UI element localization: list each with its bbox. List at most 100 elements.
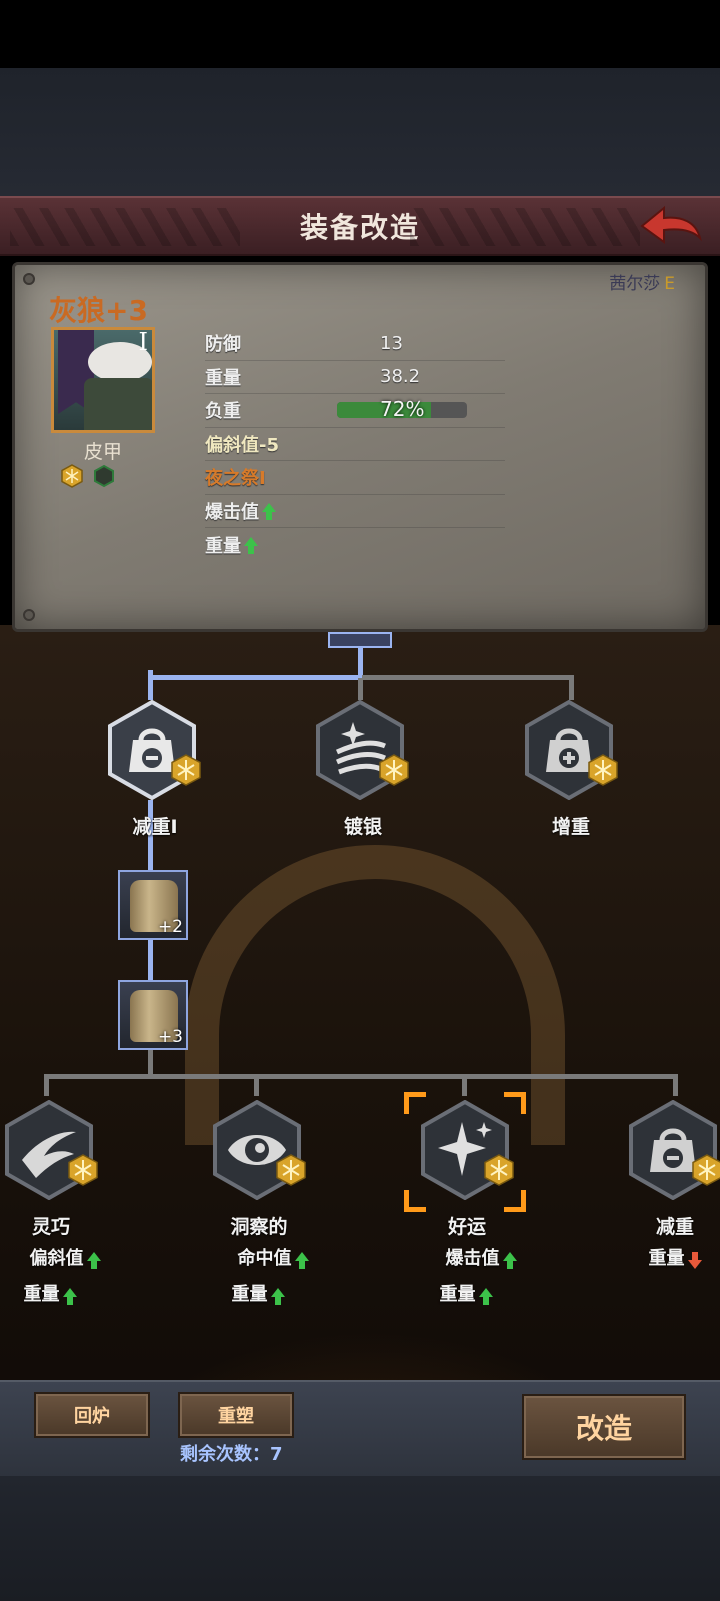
tree-line	[44, 1074, 49, 1096]
stat-row-crit: 爆击值	[205, 495, 505, 528]
remaining-count: 剩余次数：7	[180, 1444, 283, 1465]
stat-row-weight-up: 重量	[205, 528, 505, 562]
item-tier: I	[138, 328, 148, 356]
owner-name: 茜尔莎	[609, 274, 661, 294]
stat-label: 爆击值	[205, 501, 259, 523]
header-bar: 装备改造	[0, 196, 720, 256]
tree-line	[358, 648, 363, 676]
item-type: 皮甲	[83, 441, 122, 463]
tree-line	[148, 670, 153, 700]
gold-gem-icon	[61, 464, 83, 488]
node-label: 镀银	[343, 816, 382, 838]
tree-line	[44, 1074, 678, 1079]
effect-text: 重量	[23, 1284, 60, 1305]
arrow-up-icon	[244, 537, 258, 555]
back-arrow-icon[interactable]	[638, 204, 704, 250]
effect-line: 爆击值	[416, 1244, 546, 1270]
stat-value: 13	[380, 332, 403, 354]
node-lucky[interactable]	[420, 1100, 514, 1200]
tree-line	[148, 940, 153, 980]
item-name: 灰狼+3	[49, 294, 148, 327]
effect-line: 偏斜值	[0, 1244, 130, 1270]
owner-grade: E	[664, 274, 675, 294]
tree-line	[569, 675, 574, 700]
upgrade-tile-plus2[interactable]: +2	[118, 870, 188, 940]
arrow-up-icon	[262, 503, 276, 521]
bottom-area	[0, 1476, 720, 1601]
stat-label: 重量	[205, 367, 241, 389]
node-nimble[interactable]	[4, 1100, 98, 1200]
stat-row-weight: 重量 38.2	[205, 361, 505, 394]
armor-coat	[84, 378, 152, 430]
stat-label: 偏斜值-5	[205, 434, 279, 456]
effect-line: 重量	[610, 1244, 720, 1270]
stat-label: 防御	[205, 334, 241, 356]
arrow-down-icon	[687, 1252, 702, 1269]
stat-row-deflect: 偏斜值-5	[205, 428, 505, 461]
stat-row-enchant: 夜之祭I	[205, 461, 505, 495]
tree-line	[254, 1074, 259, 1096]
gold-gem-icon	[484, 1154, 514, 1186]
effect-line: 重量	[193, 1280, 323, 1306]
upgrade-tile-plus3[interactable]: +3	[118, 980, 188, 1050]
smelt-button[interactable]: 回炉	[34, 1392, 150, 1438]
arrow-up-icon	[62, 1288, 77, 1305]
gold-gem-icon	[276, 1154, 306, 1186]
node-label: 减重	[655, 1216, 694, 1238]
rivet	[23, 609, 35, 621]
tree-line	[358, 678, 363, 700]
node-insightful[interactable]	[212, 1100, 306, 1200]
arrow-up-icon	[270, 1288, 285, 1305]
gold-gem-icon	[171, 754, 201, 786]
stat-label: 夜之祭I	[205, 468, 266, 490]
stat-row-defense: 防御 13	[205, 327, 505, 361]
effect-text: 偏斜值	[29, 1248, 84, 1269]
effect-text: 重量	[231, 1284, 268, 1305]
prev-node-stub	[328, 632, 392, 648]
tree-line	[148, 1050, 153, 1074]
tree-line	[362, 675, 574, 680]
node-silver[interactable]	[315, 700, 409, 800]
gold-gem-icon	[588, 754, 618, 786]
page-title: 装备改造	[299, 211, 420, 244]
gold-gem-icon	[692, 1154, 720, 1186]
stat-label: 重量	[205, 535, 241, 557]
node-label: 增重	[551, 816, 590, 838]
node-weight-reduce[interactable]	[628, 1100, 720, 1200]
modify-button[interactable]: 改造	[522, 1394, 686, 1460]
rivet	[23, 273, 35, 285]
gold-gem-icon	[68, 1154, 98, 1186]
effect-line: 重量	[0, 1280, 115, 1306]
stat-value: 38.2	[380, 366, 421, 388]
effect-text: 重量	[439, 1284, 476, 1305]
effect-line: 命中值	[208, 1244, 338, 1270]
load-value: 72%	[380, 397, 425, 421]
node-label: 好运	[447, 1216, 486, 1238]
arrow-up-icon	[478, 1288, 493, 1305]
stat-row-load: 负重 72%	[205, 394, 505, 428]
effect-text: 重量	[648, 1248, 685, 1269]
tree-line	[673, 1074, 678, 1096]
node-weight-reduce-1[interactable]	[107, 700, 201, 800]
arrow-up-icon	[86, 1252, 101, 1269]
item-portrait[interactable]: I	[51, 327, 155, 433]
node-label: 洞察的	[230, 1216, 288, 1238]
background-upper	[0, 68, 720, 196]
status-bar-area	[0, 0, 720, 68]
arrow-up-icon	[294, 1252, 309, 1269]
node-weight-add[interactable]	[524, 700, 618, 800]
gold-gem-icon	[379, 754, 409, 786]
tree-line	[462, 1074, 467, 1096]
owner-label[interactable]: 茜尔莎 E	[609, 269, 675, 294]
node-label: 灵巧	[31, 1216, 70, 1238]
effect-line: 重量	[401, 1280, 531, 1306]
effect-text: 爆击值	[445, 1248, 500, 1269]
arrow-up-icon	[502, 1252, 517, 1269]
node-label: 减重I	[132, 816, 178, 838]
item-info-panel: 茜尔莎 E 灰狼+3 I 皮甲 防御 13 重量 38.2 负重 72% 偏斜值-…	[12, 262, 708, 632]
stats-list: 防御 13 重量 38.2 负重 72% 偏斜值-5 夜之祭I 爆击值 重量	[205, 327, 505, 562]
upgrade-level: +2	[157, 917, 183, 937]
empty-socket-icon	[94, 464, 114, 488]
reshape-button[interactable]: 重塑	[178, 1392, 294, 1438]
upgrade-level: +3	[157, 1027, 183, 1047]
